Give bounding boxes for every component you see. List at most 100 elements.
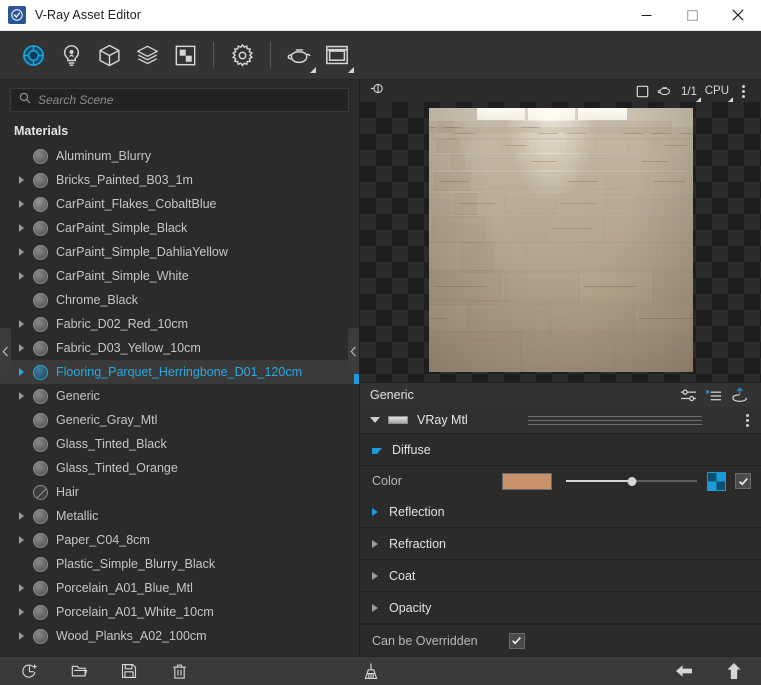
list-item[interactable]: CarPaint_Simple_White <box>0 264 359 288</box>
list-item[interactable]: Fabric_D03_Yellow_10cm <box>0 336 359 360</box>
expand-arrow-icon[interactable] <box>14 320 28 328</box>
list-item-label: CarPaint_Flakes_CobaltBlue <box>56 197 217 211</box>
settings-tab[interactable] <box>223 36 261 74</box>
close-button[interactable] <box>715 0 761 31</box>
diffuse-enabled-checkbox[interactable] <box>735 473 751 489</box>
expand-arrow-icon[interactable] <box>14 344 28 352</box>
list-item[interactable]: Plastic_Simple_Blurry_Black <box>0 552 359 576</box>
render-elements-tab[interactable] <box>128 36 166 74</box>
delete-asset-button[interactable] <box>168 660 190 682</box>
vfb-dropdown-corner[interactable] <box>348 67 354 73</box>
expand-arrow-icon[interactable] <box>14 248 28 256</box>
section-header-reflection[interactable]: Reflection <box>360 496 761 528</box>
list-item[interactable]: Hair <box>0 480 359 504</box>
chevron-right-icon <box>18 608 24 616</box>
list-item-label: Wood_Planks_A02_100cm <box>56 629 207 643</box>
lights-tab[interactable] <box>52 36 90 74</box>
back-button[interactable] <box>673 660 695 682</box>
list-item[interactable]: Generic <box>0 384 359 408</box>
list-item-label: CarPaint_Simple_White <box>56 269 189 283</box>
properties-sections[interactable]: Diffuse Color Reflection Refraction Coat Opac… <box>360 434 761 624</box>
list-item[interactable]: Chrome_Black <box>0 288 359 312</box>
vray-logo-icon <box>8 6 26 24</box>
search-input[interactable] <box>38 93 340 107</box>
expand-arrow-icon[interactable] <box>14 632 28 640</box>
chevron-right-icon <box>18 248 24 256</box>
diffuse-intensity-slider[interactable] <box>566 473 697 490</box>
list-item[interactable]: Glass_Tinted_Black <box>0 432 359 456</box>
material-preview-sphere-icon <box>33 172 48 188</box>
expand-arrow-icon[interactable] <box>14 512 28 520</box>
expand-arrow-icon[interactable] <box>14 608 28 616</box>
list-item[interactable]: Metallic <box>0 504 359 528</box>
expand-arrow-icon[interactable] <box>14 176 28 184</box>
add-layer-button[interactable] <box>701 383 727 408</box>
section-header-diffuse[interactable]: Diffuse <box>360 434 761 466</box>
list-item[interactable]: Generic_Gray_Mtl <box>0 408 359 432</box>
purge-assets-button[interactable] <box>360 660 382 682</box>
preview-engine[interactable]: CPU <box>701 80 733 103</box>
chevron-right-icon <box>18 512 24 520</box>
collapse-right-handle[interactable] <box>348 328 359 374</box>
render-button[interactable] <box>280 36 318 74</box>
textures-tab[interactable] <box>166 36 204 74</box>
list-item[interactable]: Paper_C04_8cm <box>0 528 359 552</box>
preview-toggle-icon[interactable] <box>370 82 385 100</box>
search-bar[interactable] <box>10 88 349 112</box>
geometry-tab[interactable] <box>90 36 128 74</box>
material-node-row[interactable]: VRay Mtl <box>360 407 761 434</box>
settings-sliders-button[interactable] <box>675 383 701 408</box>
list-item[interactable]: Wood_Planks_A02_100cm <box>0 624 359 648</box>
diffuse-texture-button[interactable] <box>707 471 726 491</box>
properties-panel: Generic VRay Mtl Diffuse Color Reflectio… <box>360 382 761 656</box>
expand-arrow-icon[interactable] <box>14 368 28 376</box>
section-header-opacity[interactable]: Opacity <box>360 592 761 624</box>
can-be-overridden-checkbox[interactable] <box>508 632 525 649</box>
expand-arrow-icon[interactable] <box>14 200 28 208</box>
save-scene-button[interactable] <box>118 660 140 682</box>
expand-arrow-icon[interactable] <box>14 272 28 280</box>
render-frame-buffer-button[interactable] <box>318 36 356 74</box>
collapse-left-handle[interactable] <box>0 328 11 374</box>
list-item[interactable]: Flooring_Parquet_Herringbone_D01_120cm <box>0 360 359 384</box>
materials-tab[interactable] <box>14 36 52 74</box>
list-item[interactable]: Fabric_D02_Red_10cm <box>0 312 359 336</box>
expand-arrow-icon[interactable] <box>14 224 28 232</box>
materials-list[interactable]: Aluminum_Blurry Bricks_Painted_B03_1m CarP… <box>0 144 359 656</box>
preview-object-button[interactable] <box>653 80 677 102</box>
expand-arrow-icon[interactable] <box>14 536 28 544</box>
expand-arrow-icon[interactable] <box>14 584 28 592</box>
render-dropdown-corner[interactable] <box>310 67 316 73</box>
preview-shape-button[interactable] <box>632 80 653 102</box>
list-item[interactable]: CarPaint_Simple_Black <box>0 216 359 240</box>
diffuse-color-swatch[interactable] <box>502 472 552 490</box>
material-preview-viewport[interactable] <box>360 102 761 382</box>
search-icon <box>19 91 31 109</box>
up-button[interactable] <box>723 660 745 682</box>
material-preview-sphere-icon <box>33 364 48 380</box>
maximize-button[interactable] <box>669 0 715 31</box>
kebab-dot <box>746 413 749 417</box>
save-asset-button[interactable] <box>727 383 753 408</box>
list-item[interactable]: Glass_Tinted_Orange <box>0 456 359 480</box>
list-item[interactable]: Aluminum_Blurry <box>0 144 359 168</box>
material-preview-sphere-icon <box>33 580 48 596</box>
section-header-coat[interactable]: Coat <box>360 560 761 592</box>
material-preview-sphere-icon <box>33 268 48 284</box>
material-node-menu[interactable] <box>742 413 753 427</box>
section-header-refraction[interactable]: Refraction <box>360 528 761 560</box>
open-scene-button[interactable] <box>68 660 90 682</box>
vray-asset-editor-window: V-Ray Asset Editor Search Scene Material… <box>0 0 761 685</box>
preview-more-menu[interactable] <box>733 80 753 102</box>
slider-knob[interactable] <box>627 476 636 486</box>
preview-resolution[interactable]: 1/1 <box>677 80 701 103</box>
list-item[interactable]: Porcelain_A01_Blue_Mtl <box>0 576 359 600</box>
new-asset-button[interactable] <box>18 660 40 682</box>
list-item[interactable]: Bricks_Painted_B03_1m <box>0 168 359 192</box>
minimize-button[interactable] <box>623 0 669 31</box>
list-item[interactable]: CarPaint_Simple_DahliaYellow <box>0 240 359 264</box>
expand-arrow-icon[interactable] <box>14 392 28 400</box>
list-item[interactable]: Porcelain_A01_White_10cm <box>0 600 359 624</box>
list-item[interactable]: CarPaint_Flakes_CobaltBlue <box>0 192 359 216</box>
chevron-down-icon[interactable] <box>370 417 380 423</box>
